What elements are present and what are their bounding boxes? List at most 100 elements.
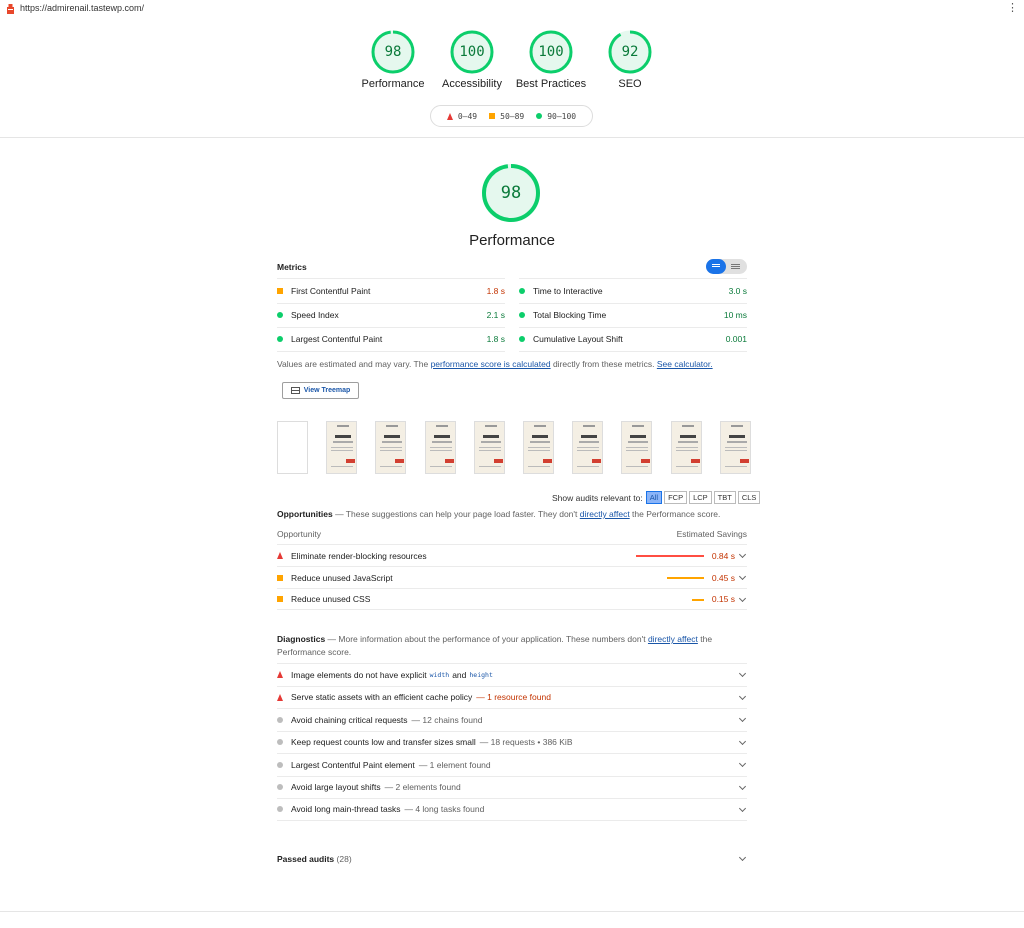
legend-pass: 90–100: [536, 112, 576, 121]
metric-value: 3.0 s: [728, 285, 747, 296]
metric-cumulative-layout-shift: Cumulative Layout Shift 0.001: [519, 327, 747, 352]
diagnostics-heading: Diagnostics — More information about the…: [277, 634, 713, 657]
savings-value: 0.84 s: [711, 550, 735, 561]
chevron-down-icon[interactable]: [738, 759, 747, 768]
metrics-heading: Metrics: [277, 262, 307, 272]
expanded-view-icon[interactable]: [731, 264, 740, 265]
see-calculator-link[interactable]: See calculator.: [657, 359, 713, 369]
compact-view-icon[interactable]: [706, 259, 726, 274]
pass-circle-icon: [277, 336, 283, 343]
score-calculated-link[interactable]: performance score is calculated: [431, 359, 551, 369]
performance-score: 98: [500, 183, 522, 203]
diagnostic-main-thread-tasks[interactable]: Avoid long main-thread tasks — 4 long ta…: [277, 798, 747, 821]
metric-largest-contentful-paint: Largest Contentful Paint 1.8 s: [277, 327, 505, 352]
gauge-seo[interactable]: 92 SEO: [585, 30, 675, 90]
pass-circle-icon: [519, 287, 525, 294]
page-url[interactable]: https://admirenail.tastewp.com/: [20, 3, 144, 13]
gauge-score: 100: [538, 44, 564, 60]
filter-chip-tbt[interactable]: TBT: [713, 491, 736, 504]
chevron-down-icon[interactable]: [738, 804, 747, 813]
opportunity-unused-javascript[interactable]: Reduce unused JavaScript 0.45 s: [277, 566, 747, 588]
info-circle-icon: [277, 739, 283, 746]
metric-value: 2.1 s: [486, 310, 505, 321]
chevron-down-icon[interactable]: [738, 782, 747, 790]
chevron-down-icon[interactable]: [738, 714, 747, 723]
filter-chip-cls[interactable]: CLS: [737, 491, 761, 504]
info-circle-icon: [277, 784, 283, 791]
filter-chip-all[interactable]: All: [645, 491, 663, 504]
gauge-label: Best Practices: [515, 78, 587, 90]
filmstrip-frame: [375, 421, 406, 474]
info-circle-icon: [277, 761, 283, 768]
gauge-label: Performance: [361, 78, 425, 90]
gauge-accessibility[interactable]: 100 Accessibility: [427, 30, 517, 90]
filmstrip-frame: [277, 421, 308, 474]
savings-bar: [636, 555, 704, 557]
filmstrip-frame: [523, 421, 554, 474]
performance-title: Performance: [469, 232, 555, 249]
directly-affect-link[interactable]: directly affect: [580, 509, 630, 519]
filmstrip-frame: [720, 421, 751, 474]
address-bar: https://admirenail.tastewp.com/ ⋮: [0, 0, 1024, 17]
performance-gauge: 98: [481, 163, 541, 223]
view-treemap-button[interactable]: View Treemap: [282, 382, 359, 399]
chevron-down-icon[interactable]: [738, 737, 747, 745]
diagnostic-request-counts[interactable]: Keep request counts low and transfer siz…: [277, 730, 747, 754]
metrics-right-column: Time to Interactive 3.0 s Total Blocking…: [519, 278, 747, 352]
gauge-best-practices[interactable]: 100 Best Practices: [506, 30, 596, 90]
diagnostic-lcp-element[interactable]: Largest Contentful Paint element — 1 ele…: [277, 753, 747, 776]
savings-bar: [692, 599, 704, 601]
info-circle-icon: [277, 806, 283, 813]
gauge-score: 98: [384, 44, 402, 60]
legend-fail: 0–49: [446, 112, 477, 121]
chevron-down-icon[interactable]: [738, 572, 747, 581]
directly-affect-link[interactable]: directly affect: [648, 634, 698, 644]
chevron-down-icon[interactable]: [738, 550, 747, 559]
circle-icon: [536, 113, 543, 119]
chevron-down-icon[interactable]: [738, 692, 747, 700]
metrics-note: Values are estimated and may vary. The p…: [277, 359, 713, 369]
diagnostic-cache-policy[interactable]: Serve static assets with an efficient ca…: [277, 685, 747, 709]
chevron-down-icon[interactable]: [738, 669, 747, 678]
metric-first-contentful-paint: First Contentful Paint 1.8 s: [277, 278, 505, 303]
divider: [0, 137, 1024, 138]
metric-value: 0.001: [725, 334, 747, 345]
diagnostic-layout-shifts[interactable]: Avoid large layout shifts — 2 elements f…: [277, 775, 747, 799]
treemap-icon: [290, 387, 300, 394]
square-icon: [489, 113, 496, 119]
savings-value: 0.15 s: [711, 594, 735, 604]
average-square-icon: [277, 287, 283, 294]
opportunity-render-blocking[interactable]: Eliminate render-blocking resources 0.84…: [277, 544, 747, 566]
pass-circle-icon: [277, 312, 283, 319]
chevron-down-icon[interactable]: [738, 853, 747, 862]
filmstrip-frame: [326, 421, 357, 474]
chevron-down-icon[interactable]: [738, 594, 747, 603]
gauge-label: Accessibility: [442, 78, 502, 90]
fail-triangle-icon: [277, 671, 283, 679]
gauge-performance[interactable]: 98 Performance: [348, 30, 438, 90]
diagnostic-image-dimensions[interactable]: Image elements do not have explicit widt…: [277, 663, 747, 686]
metric-time-to-interactive: Time to Interactive 3.0 s: [519, 278, 747, 303]
metric-value: 1.8 s: [486, 334, 505, 345]
legend-average: 50–89: [489, 112, 524, 121]
pass-circle-icon: [519, 336, 525, 343]
score-legend: 0–49 50–89 90–100: [430, 105, 593, 127]
average-square-icon: [277, 596, 283, 602]
opportunities-heading: Opportunities — These suggestions can he…: [277, 509, 721, 519]
more-options-icon[interactable]: ⋮: [1007, 2, 1018, 14]
metric-value: 10 ms: [723, 310, 747, 321]
metric-total-blocking-time: Total Blocking Time 10 ms: [519, 302, 747, 328]
passed-audits[interactable]: Passed audits (28): [277, 853, 747, 864]
metrics-view-toggle[interactable]: [706, 259, 747, 274]
filmstrip-frame: [474, 421, 505, 474]
filmstrip-frame: [572, 421, 603, 474]
info-circle-icon: [277, 716, 283, 723]
diagnostic-critical-requests[interactable]: Avoid chaining critical requests — 12 ch…: [277, 708, 747, 731]
lighthouse-icon: [7, 4, 14, 14]
filter-chip-fcp[interactable]: FCP: [664, 491, 688, 504]
gauge-label: SEO: [618, 78, 642, 90]
average-square-icon: [277, 574, 283, 581]
savings-value: 0.45 s: [711, 572, 735, 583]
opportunity-unused-css[interactable]: Reduce unused CSS 0.15 s: [277, 588, 747, 610]
filter-chip-lcp[interactable]: LCP: [689, 491, 712, 504]
